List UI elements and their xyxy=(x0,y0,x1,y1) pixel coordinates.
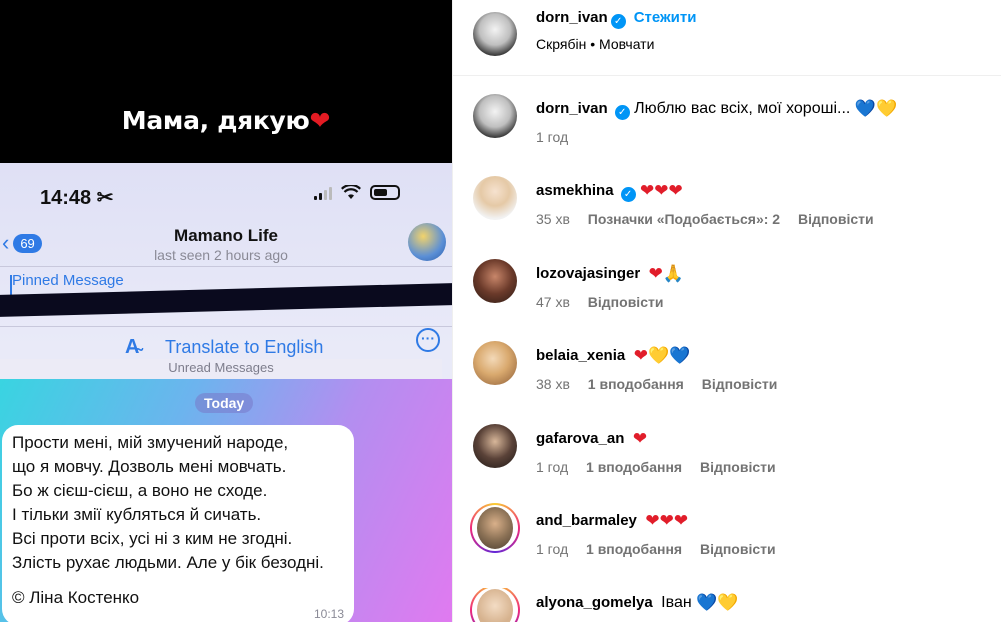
comment-avatar[interactable] xyxy=(477,507,513,549)
message-line: І тільки змії кубляться й сичать. xyxy=(12,505,262,524)
red-heart-icon: ❤ xyxy=(648,264,663,284)
praying-hands-icon: 🙏 xyxy=(662,264,685,284)
comment-likes[interactable]: 1 вподобання xyxy=(586,541,682,557)
message-line: Бо ж сієш-сієш, а воно не сходе. xyxy=(12,481,268,500)
yellow-heart-icon: 💛 xyxy=(647,346,670,366)
comment-avatar[interactable] xyxy=(473,259,517,303)
comment-time[interactable]: 1 год xyxy=(536,129,568,145)
comment-avatar[interactable] xyxy=(473,424,517,468)
message-time: 10:13 xyxy=(313,607,344,621)
blue-heart-icon: 💙 xyxy=(854,99,876,119)
comment-time[interactable]: 38 хв xyxy=(536,376,570,392)
audio-track: Мовчати xyxy=(599,36,655,52)
reply-button[interactable]: Відповісти xyxy=(798,211,874,227)
comment-time[interactable]: 35 хв xyxy=(536,211,570,227)
audio-artist: Скрябін xyxy=(536,36,587,52)
comments-pane: dorn_ivan ✓ Стежити Скрябін • Мовчати dorn… xyxy=(452,0,1001,622)
red-heart-icon: ❤ xyxy=(668,181,683,201)
pinned-label: Pinned Message xyxy=(12,272,124,289)
chat-avatar xyxy=(408,223,446,261)
battery-icon xyxy=(370,185,400,200)
status-time: 14:48 ✂ xyxy=(40,187,114,209)
comment-text: Іван xyxy=(661,594,692,611)
unread-divider: Unread Messages xyxy=(0,359,442,379)
author-username[interactable]: dorn_ivan xyxy=(536,9,608,26)
red-heart-icon: ❤ xyxy=(632,429,648,449)
pinned-message: Pinned Message xyxy=(0,266,452,326)
comment-avatar[interactable] xyxy=(473,94,517,138)
post-media[interactable]: Мама, дякую❤ 14:48 ✂ ‹ 69 Mamano Life la… xyxy=(0,0,452,622)
verified-badge-icon: ✓ xyxy=(620,187,636,202)
red-heart-icon: ❤ xyxy=(633,346,648,366)
comment-text: Люблю вас всіх, мої хороші... xyxy=(634,100,851,117)
comment-item: and_barmaley ❤❤❤ 1 год 1 вподобання Відп… xyxy=(453,503,1001,588)
red-heart-icon: ❤ xyxy=(654,181,669,201)
red-heart-icon: ❤ xyxy=(640,181,655,201)
red-heart-icon: ❤ xyxy=(645,511,660,531)
comment-time[interactable]: 1 год xyxy=(536,541,568,557)
post-header: dorn_ivan ✓ Стежити Скрябін • Мовчати xyxy=(453,0,1001,76)
comment-username[interactable]: alyona_gomelya xyxy=(536,594,653,611)
message-author: © Ліна Костенко xyxy=(12,588,140,607)
date-chip: Today xyxy=(195,393,254,413)
wifi-icon xyxy=(341,185,361,199)
translate-label: Translate to English xyxy=(165,337,324,357)
chat-title: Mamano Life xyxy=(174,226,278,245)
translate-icon: A̴ xyxy=(125,336,140,358)
comment-username[interactable]: and_barmaley xyxy=(536,512,637,529)
red-heart-icon: ❤ xyxy=(659,511,674,531)
scissors-icon: ✂ xyxy=(96,187,114,209)
comment-likes[interactable]: 1 вподобання xyxy=(588,376,684,392)
media-caption-band: Мама, дякую❤ xyxy=(0,0,452,163)
comment-username[interactable]: dorn_ivan xyxy=(536,100,608,117)
comment-avatar[interactable] xyxy=(473,176,517,220)
comment-username[interactable]: lozovajasinger xyxy=(536,265,640,282)
follow-button[interactable]: Стежити xyxy=(634,9,697,26)
status-icons xyxy=(314,185,400,200)
comment-username[interactable]: belaia_xenia xyxy=(536,347,625,364)
comment-time[interactable]: 1 год xyxy=(536,459,568,475)
signal-icon xyxy=(314,186,332,200)
yellow-heart-icon: 💛 xyxy=(875,99,898,119)
audio-separator: • xyxy=(590,36,596,52)
verified-badge-icon: ✓ xyxy=(614,105,630,120)
comment-username[interactable]: gafarova_an xyxy=(536,430,624,447)
comment-item: alyona_gomelya Іван 💙💛 xyxy=(453,588,1001,622)
comment-item: gafarova_an ❤ 1 год 1 вподобання Відпові… xyxy=(453,424,1001,506)
comment-item: dorn_ivan ✓ Люблю вас всіх, мої хороші...… xyxy=(453,94,1001,176)
comment-likes[interactable]: 1 вподобання xyxy=(586,459,682,475)
reply-button[interactable]: Відповісти xyxy=(700,459,776,475)
comment-avatar[interactable] xyxy=(473,341,517,385)
comment-time[interactable]: 47 хв xyxy=(536,294,570,310)
more-options-icon: ··· xyxy=(416,328,440,352)
comment-item: belaia_xenia ❤💛💙 38 хв 1 вподобання Відп… xyxy=(453,341,1001,423)
heart-icon: ❤ xyxy=(309,106,331,135)
message-line: що я мовчу. Дозволь мені мовчать. xyxy=(12,457,287,476)
author-avatar[interactable] xyxy=(473,12,517,56)
comment-item: lozovajasinger ❤🙏 47 хв Відповісти xyxy=(453,259,1001,341)
comment-username[interactable]: asmekhina xyxy=(536,182,614,199)
message-line: Прости мені, мій змучений народе, xyxy=(12,433,289,452)
message-bubble: Прости мені, мій змучений народе, що я м… xyxy=(2,425,354,622)
reply-button[interactable]: Відповісти xyxy=(700,541,776,557)
chat-subtitle: last seen 2 hours ago xyxy=(154,247,288,263)
red-heart-icon: ❤ xyxy=(673,511,689,531)
message-line: Всі проти всіх, усі ні з ким не згодні. xyxy=(12,529,293,548)
yellow-heart-icon: 💛 xyxy=(717,593,739,613)
verified-badge-icon: ✓ xyxy=(610,14,626,29)
comment-likes[interactable]: Позначки «Подобається»: 2 xyxy=(588,211,780,227)
comment-item: asmekhina ✓ ❤❤❤ 35 хв Позначки «Подобаєть… xyxy=(453,176,1001,258)
blue-heart-icon: 💙 xyxy=(696,593,718,613)
blue-heart-icon: 💙 xyxy=(669,346,691,366)
message-line: Злість рухає людьми. Але у бік безодні. xyxy=(12,553,324,572)
media-caption: Мама, дякую❤ xyxy=(121,106,331,135)
reply-button[interactable]: Відповісти xyxy=(702,376,778,392)
audio-info[interactable]: Скрябін • Мовчати xyxy=(536,36,654,52)
reply-button[interactable]: Відповісти xyxy=(588,294,664,310)
phone-screenshot: 14:48 ✂ ‹ 69 Mamano Life last seen 2 hou… xyxy=(0,163,452,622)
